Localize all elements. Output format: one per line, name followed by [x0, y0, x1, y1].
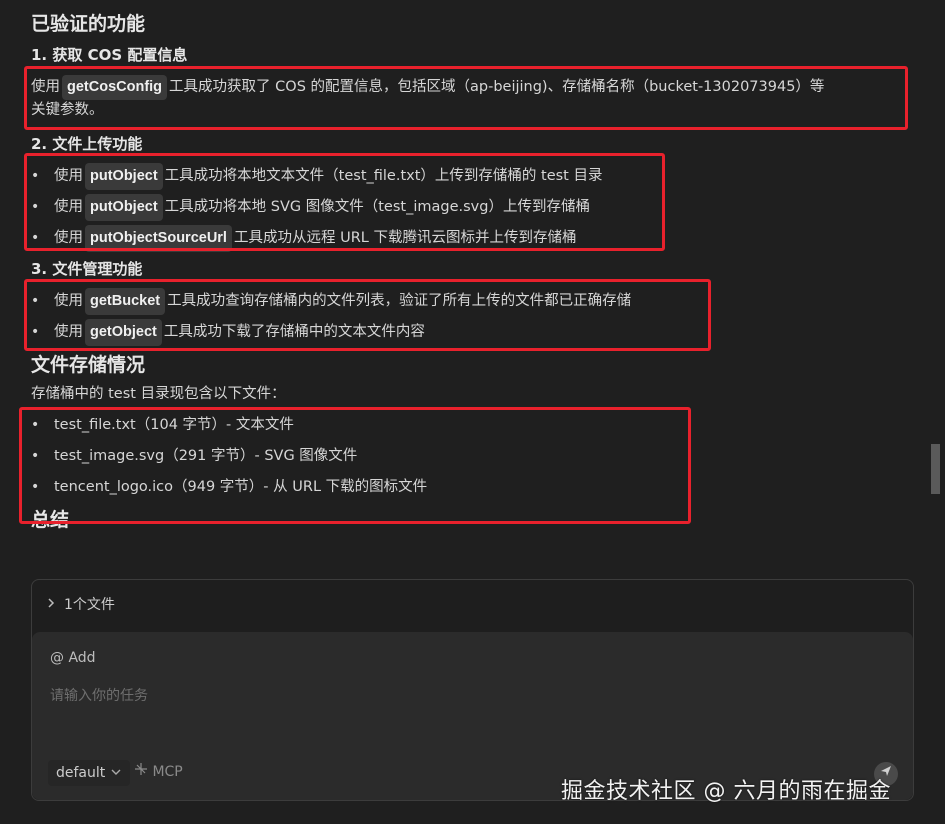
heading-storage: 文件存储情况: [31, 354, 146, 376]
highlight-box-cos-config: [24, 66, 908, 130]
model-select-value: default: [56, 765, 106, 781]
mcp-label: MCP: [152, 764, 183, 780]
storage-intro: 存储桶中的 test 目录现包含以下文件：: [31, 386, 286, 402]
chevron-down-icon: [110, 765, 122, 781]
files-count-label: 1个文件: [64, 597, 115, 613]
section-heading-cos-config: 1. 获取 COS 配置信息: [31, 46, 188, 64]
attached-files-toggle[interactable]: 1个文件: [46, 594, 115, 614]
highlight-box-files: [19, 407, 691, 524]
highlight-box-upload: [24, 153, 665, 251]
watermark-text: 掘金技术社区 @ 六月的雨在掘金: [561, 779, 891, 804]
task-input-placeholder[interactable]: 请输入你的任务: [50, 685, 148, 705]
model-select[interactable]: default: [48, 760, 130, 786]
mcp-icon: [134, 763, 152, 780]
scrollbar-thumb[interactable]: [931, 444, 940, 494]
chevron-right-icon: [46, 597, 64, 613]
chat-input-panel: 1个文件 @ Add 请输入你的任务 default MCP: [31, 579, 914, 801]
add-context-button[interactable]: @ Add: [50, 650, 96, 666]
section-heading-upload: 2. 文件上传功能: [31, 135, 143, 153]
chat-message-content: 已验证的功能 1. 获取 COS 配置信息 使用 getCosConfig 工具成功…: [0, 0, 945, 560]
section-heading-file-management: 3. 文件管理功能: [31, 260, 143, 278]
highlight-box-file-management: [24, 279, 711, 351]
mcp-button[interactable]: MCP: [134, 762, 183, 780]
heading-verified-features: 已验证的功能: [31, 13, 146, 35]
